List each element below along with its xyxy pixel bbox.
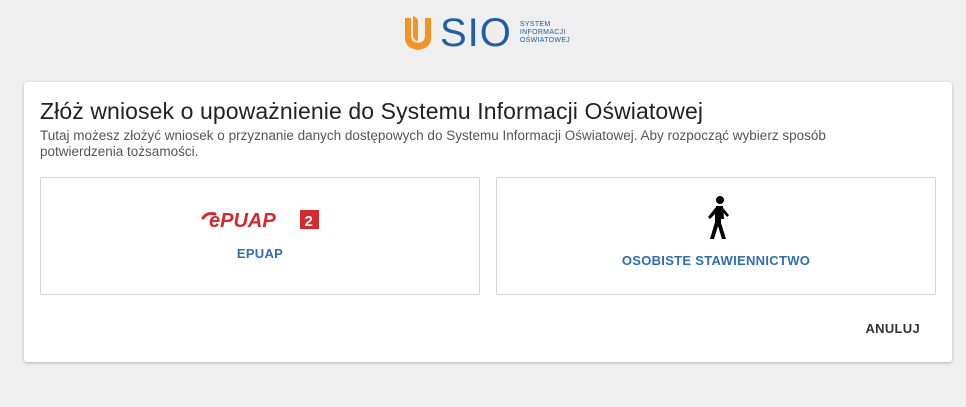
personal-appearance-option-button[interactable]: OSOBISTE STAWIENNICTWO: [496, 177, 936, 295]
svg-text:2: 2: [305, 213, 313, 230]
logo-text: SIO: [440, 11, 512, 55]
cancel-button[interactable]: ANULUJ: [865, 321, 920, 336]
application-dialog: Złóż wniosek o upoważnienie do Systemu I…: [24, 82, 952, 362]
logo-subtitle: SYSTEM INFORMACJI OŚWIATOWEJ: [519, 21, 571, 44]
personal-appearance-label: OSOBISTE STAWIENNICTWO: [621, 253, 811, 268]
epuap-option-button[interactable]: ePUAP 2 EPUAP: [40, 177, 480, 295]
dialog-title: Złóż wniosek o upoważnienie do Systemu I…: [40, 98, 704, 124]
epuap-label: EPUAP: [236, 246, 284, 261]
sio-book-icon: [405, 16, 431, 50]
epuap-logo: ePUAP 2: [201, 210, 319, 230]
svg-text:ePUAP: ePUAP: [209, 210, 276, 230]
dialog-description: Tutaj możesz złożyć wniosek o przyznanie…: [40, 128, 826, 159]
walking-person-icon: [708, 196, 729, 239]
sio-logo: SIO SYSTEM INFORMACJI OŚWIATOWEJ: [402, 13, 570, 53]
